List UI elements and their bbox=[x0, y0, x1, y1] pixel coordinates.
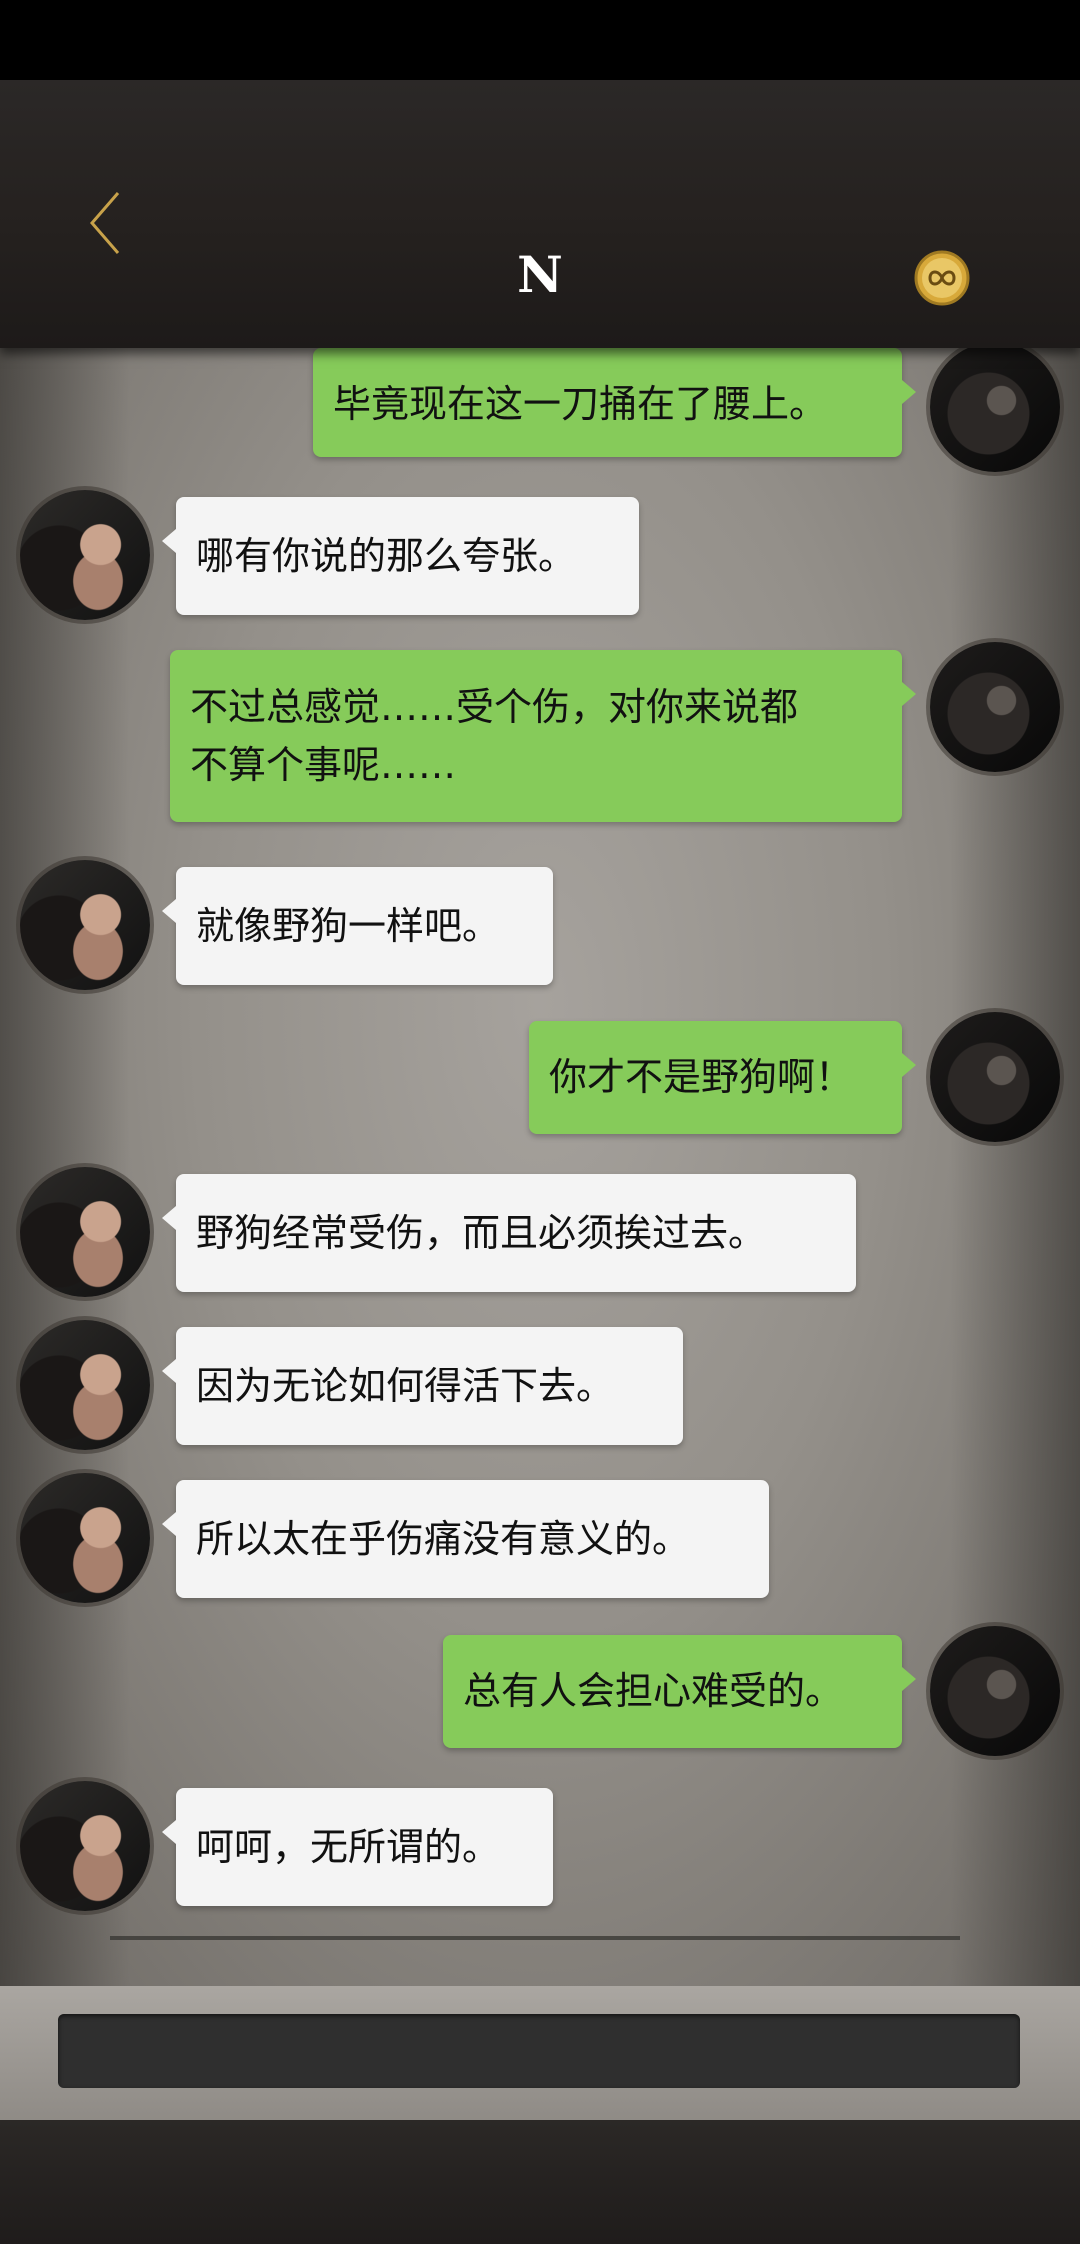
contact-avatar[interactable] bbox=[20, 1781, 150, 1911]
chat-header: N bbox=[0, 80, 1080, 348]
message-outgoing[interactable]: 你才不是野狗啊！ bbox=[529, 1021, 916, 1134]
message-text: 就像野狗一样吧。 bbox=[196, 904, 501, 948]
contact-avatar[interactable] bbox=[20, 1320, 150, 1450]
message-incoming[interactable]: 就像野狗一样吧。 bbox=[162, 867, 553, 985]
message-text: 你才不是野狗啊！ bbox=[549, 1055, 854, 1099]
message-incoming[interactable]: 因为无论如何得活下去。 bbox=[162, 1327, 683, 1445]
message-text: 所以太在乎伤痛没有意义的。 bbox=[196, 1517, 691, 1561]
infinity-coin-icon bbox=[914, 250, 970, 306]
message-text: 总有人会担心难受的。 bbox=[463, 1669, 844, 1713]
message-input[interactable] bbox=[58, 2014, 1020, 2088]
message-incoming[interactable]: 呵呵，无所谓的。 bbox=[162, 1788, 553, 1906]
contact-avatar[interactable] bbox=[20, 1473, 150, 1603]
chat-area[interactable]: 毕竟现在这一刀捅在了腰上。 哪有你说的那么夸张。 不过总感觉……受个伤，对你来说… bbox=[0, 348, 1080, 1986]
message-incoming[interactable]: 野狗经常受伤，而且必须挨过去。 bbox=[162, 1174, 856, 1292]
message-text: 哪有你说的那么夸张。 bbox=[196, 534, 577, 578]
contact-avatar[interactable] bbox=[20, 490, 150, 620]
message-text: 野狗经常受伤，而且必须挨过去。 bbox=[196, 1211, 767, 1255]
my-avatar[interactable] bbox=[930, 1012, 1060, 1142]
message-text: 因为无论如何得活下去。 bbox=[196, 1364, 615, 1408]
message-text: 毕竟现在这一刀捅在了腰上。 bbox=[333, 382, 828, 426]
message-outgoing[interactable]: 毕竟现在这一刀捅在了腰上。 bbox=[313, 348, 916, 457]
message-incoming[interactable]: 哪有你说的那么夸张。 bbox=[162, 497, 639, 615]
message-text-line: 不算个事呢…… bbox=[190, 743, 457, 787]
my-avatar[interactable] bbox=[930, 1626, 1060, 1756]
message-incoming[interactable]: 所以太在乎伤痛没有意义的。 bbox=[162, 1480, 769, 1598]
contact-avatar[interactable] bbox=[20, 860, 150, 990]
chat-divider bbox=[110, 1936, 960, 1940]
contact-avatar[interactable] bbox=[20, 1167, 150, 1297]
status-bar bbox=[0, 0, 1080, 80]
message-text: 呵呵，无所谓的。 bbox=[196, 1825, 501, 1869]
message-outgoing[interactable]: 不过总感觉……受个伤，对你来说都 不算个事呢…… bbox=[170, 650, 916, 822]
bottom-panel bbox=[0, 2120, 1080, 2244]
premium-badge-button[interactable] bbox=[912, 248, 972, 308]
my-avatar[interactable] bbox=[930, 348, 1060, 472]
my-avatar[interactable] bbox=[930, 642, 1060, 772]
message-text-line: 不过总感觉……受个伤，对你来说都 bbox=[190, 685, 799, 729]
message-outgoing[interactable]: 总有人会担心难受的。 bbox=[443, 1635, 916, 1748]
